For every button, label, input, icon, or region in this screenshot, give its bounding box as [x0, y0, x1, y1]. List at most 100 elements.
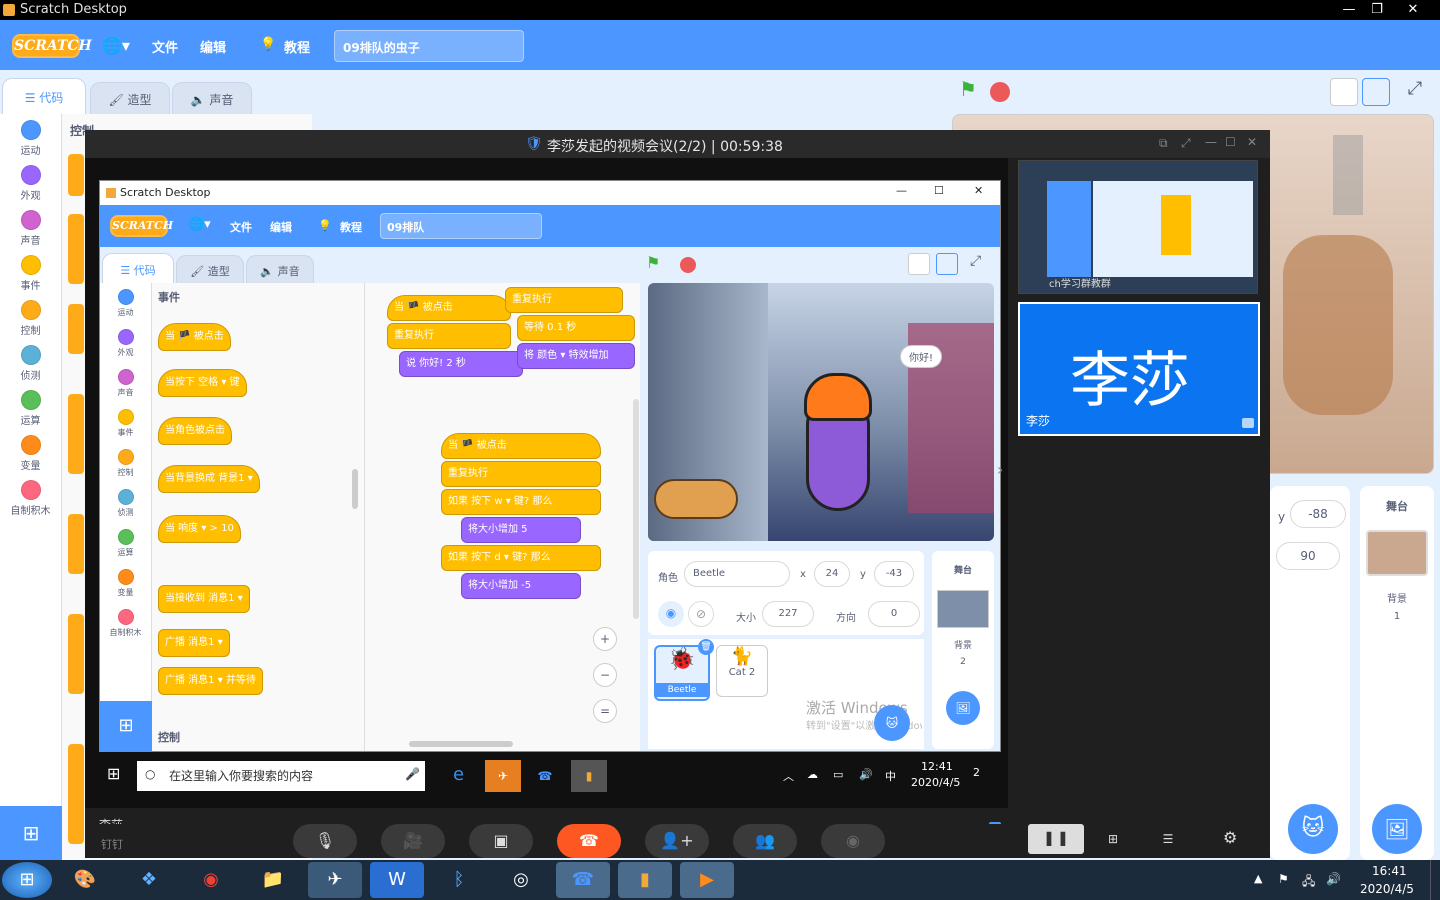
maximize-icon[interactable]: ☐ — [934, 184, 944, 197]
add-participant-icon[interactable]: 👤+ — [645, 824, 709, 858]
panel-collapse-icon[interactable]: › — [997, 460, 1003, 479]
connect-app-icon[interactable]: ❖ — [122, 862, 176, 898]
show-eye-icon[interactable]: ◉ — [658, 601, 684, 627]
category-0[interactable]: 运动 — [0, 120, 61, 157]
normal-stage-icon[interactable] — [1362, 78, 1390, 106]
script-block[interactable]: 重复执行 — [387, 323, 511, 349]
category-3[interactable]: 事件 — [100, 409, 151, 438]
green-flag-icon[interactable]: ⚑ — [952, 77, 984, 107]
wps-icon[interactable]: W — [370, 862, 424, 898]
script-block[interactable]: 等待 0.1 秒 — [517, 315, 635, 341]
screen-share-button-icon[interactable]: ▣ — [469, 824, 533, 858]
sprite-name-input[interactable]: Beetle — [684, 561, 790, 587]
category-7[interactable]: 变量 — [100, 569, 151, 598]
category-6[interactable]: 运算 — [0, 390, 61, 427]
backdrop-thumbnail[interactable] — [937, 590, 989, 628]
palette-block[interactable]: 当 响度 ▾ > 10 — [158, 515, 241, 543]
add-sprite-icon[interactable]: 🐱 — [1288, 804, 1338, 854]
notification-count[interactable]: 2 — [973, 766, 980, 779]
popout-icon[interactable]: ⧉ — [1159, 136, 1168, 151]
layout-list-icon[interactable]: ☰ — [1143, 824, 1193, 854]
minimize-icon[interactable]: — — [896, 184, 907, 197]
code-area[interactable]: 当 🏴 被点击 重复执行说 你好! 2 秒重复执行 等待 0.1 秒将 颜色 ▾ 特… — [364, 283, 640, 751]
close-icon[interactable]: ✕ — [1247, 135, 1257, 149]
dingtalk-icon[interactable]: ✈ — [485, 760, 521, 792]
menu-edit[interactable]: 编辑 — [200, 37, 226, 56]
palette-block[interactable] — [68, 154, 84, 196]
menu-edit[interactable]: 编辑 — [270, 219, 292, 235]
shared-screen-thumbnail[interactable]: ch学习群教群 — [1018, 160, 1258, 294]
y-input[interactable]: -88 — [1290, 500, 1346, 528]
script-block[interactable]: 当 🏴 被点击 — [387, 295, 511, 321]
script-s1[interactable]: 当 🏴 被点击 重复执行说 你好! 2 秒 — [387, 295, 523, 379]
script-block[interactable]: 当 🏴 被点击 — [441, 433, 601, 459]
stage-selector[interactable]: 舞台 背景 2 🖼 — [932, 551, 994, 749]
category-7[interactable]: 变量 — [0, 435, 61, 472]
add-backdrop-icon[interactable]: 🖼 — [1372, 804, 1422, 854]
tray-chevron-icon[interactable]: ▲ — [1254, 872, 1262, 885]
script-block[interactable]: 重复执行 — [441, 461, 601, 487]
palette-block[interactable]: 广播 消息1 ▾ 并等待 — [158, 667, 263, 695]
fullscreen-icon[interactable]: ⤢ — [970, 253, 981, 269]
language-globe-icon[interactable]: 🌐▾ — [188, 217, 211, 232]
hangup-icon[interactable]: ☎ — [557, 824, 621, 858]
add-backdrop-icon[interactable]: 🖼 — [946, 691, 980, 725]
tab-code[interactable]: ☰ 代码 — [102, 253, 174, 283]
close-icon[interactable]: ✕ — [974, 184, 983, 197]
palette-block[interactable]: 广播 消息1 ▾ — [158, 629, 230, 657]
windows-start-icon[interactable]: ⊞ — [107, 764, 120, 783]
sprite-tile-cat2[interactable]: 🐈 Cat 2 — [716, 645, 768, 697]
category-1[interactable]: 外观 — [0, 165, 61, 202]
direction-input[interactable]: 0 — [868, 601, 920, 627]
maximize-icon[interactable]: ☐ — [1225, 135, 1236, 149]
category-2[interactable]: 声音 — [100, 369, 151, 398]
script-block[interactable]: 将大小增加 -5 — [461, 573, 581, 599]
delete-sprite-icon[interactable]: 🗑 — [698, 639, 714, 655]
category-5[interactable]: 侦测 — [0, 345, 61, 382]
zoom-reset-icon[interactable]: = — [593, 699, 617, 723]
network-icon[interactable]: 🖧 — [1302, 872, 1315, 893]
palette-block[interactable] — [68, 614, 84, 694]
members-icon[interactable]: 👥 — [733, 824, 797, 858]
category-3[interactable]: 事件 — [0, 255, 61, 292]
palette-block[interactable]: 当接收到 消息1 ▾ — [158, 585, 250, 613]
obs-icon[interactable]: ◎ — [494, 862, 548, 898]
stage-canvas[interactable]: 你好! — [648, 283, 994, 541]
category-0[interactable]: 运动 — [100, 289, 151, 318]
taskbar-search[interactable]: ○ 在这里输入你要搜索的内容 🎤 — [137, 761, 425, 791]
camera-icon[interactable]: 🎥 — [381, 824, 445, 858]
windows-start-orb-icon[interactable]: ⊞ — [2, 862, 52, 898]
small-stage-icon[interactable] — [908, 253, 930, 275]
stop-icon[interactable] — [680, 257, 696, 273]
category-4[interactable]: 控制 — [0, 300, 61, 337]
language-globe-icon[interactable]: 🌐▾ — [102, 36, 130, 55]
category-1[interactable]: 外观 — [100, 329, 151, 358]
zoom-in-icon[interactable]: + — [593, 627, 617, 651]
size-input[interactable]: 227 — [762, 601, 814, 627]
flag-icon[interactable]: ⚑ — [1278, 872, 1289, 886]
palette-block[interactable]: 当按下 空格 ▾ 键 — [158, 369, 247, 397]
close-icon[interactable]: ✕ — [1398, 0, 1428, 20]
volume-icon[interactable]: 🔊 — [1326, 872, 1341, 886]
menu-tutorials[interactable]: 教程 — [340, 219, 362, 235]
menu-file[interactable]: 文件 — [152, 37, 178, 56]
scratch-logo[interactable]: SCRATCH — [110, 215, 173, 237]
participant-tile[interactable]: 李莎 李莎 — [1018, 302, 1260, 436]
direction-input[interactable]: 90 — [1276, 542, 1340, 570]
script-s3[interactable]: 当 🏴 被点击 重复执行 如果 按下 w ▾ 键? 那么 将大小增加 5 如果 按下 d… — [441, 433, 601, 601]
script-block[interactable]: 将大小增加 5 — [461, 517, 581, 543]
record-icon[interactable]: ◉ — [821, 824, 885, 858]
script-block[interactable]: 将 颜色 ▾ 特效增加 — [517, 343, 635, 369]
palette-block[interactable] — [68, 304, 84, 354]
palette-block[interactable] — [68, 394, 84, 474]
volume-icon[interactable]: 🔊 — [859, 768, 873, 781]
x-input[interactable]: 24 — [814, 561, 850, 587]
fullscreen-icon[interactable]: ⤢ — [1400, 78, 1430, 106]
hide-eye-icon[interactable]: ⊘ — [688, 601, 714, 627]
tab-sounds[interactable]: 🔈 声音 — [246, 255, 314, 283]
script-block[interactable]: 重复执行 — [505, 287, 623, 313]
script-block[interactable]: 如果 按下 d ▾ 键? 那么 — [441, 545, 601, 571]
add-sprite-icon[interactable]: 🐱 — [874, 705, 910, 741]
folder-icon[interactable]: 📁 — [246, 862, 300, 898]
bluetooth-icon[interactable]: ᛒ — [432, 862, 486, 898]
